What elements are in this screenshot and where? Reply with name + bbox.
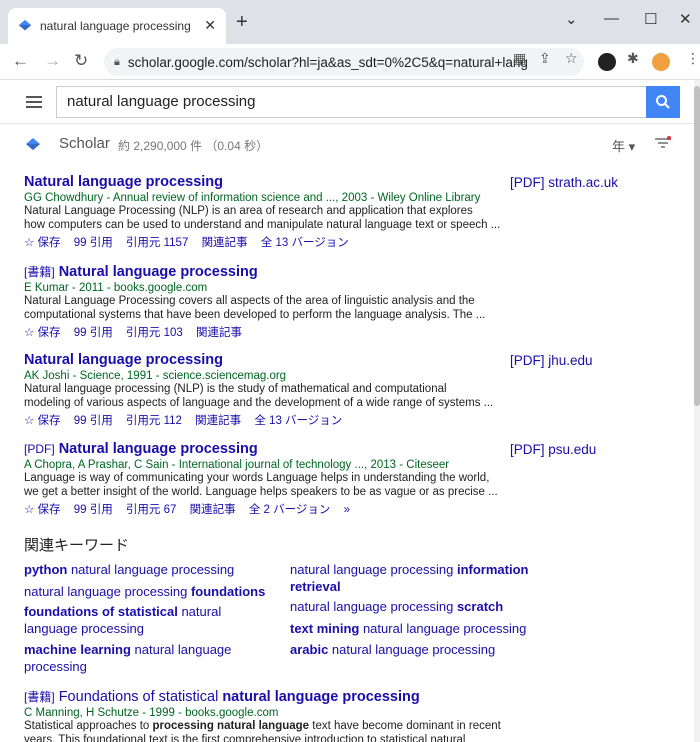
related-keyword[interactable]: text mining natural language processing: [290, 620, 540, 637]
new-tab-icon[interactable]: +: [236, 12, 248, 32]
scholar-search-bar: natural language processing: [0, 80, 696, 124]
sort-options-icon[interactable]: [654, 136, 672, 150]
cite-link[interactable]: 99 引用: [74, 327, 113, 339]
save-link[interactable]: ☆ 保存: [24, 237, 61, 249]
extension-icon[interactable]: [598, 53, 616, 71]
result-title[interactable]: [PDF] Natural language processing: [24, 441, 504, 457]
result-actions: ☆ 保存 99 引用 引用元 112 関連記事 全 13 バージョン: [24, 412, 504, 428]
result-title[interactable]: [書籍] Natural language processing: [24, 263, 504, 280]
pdf-link[interactable]: [PDF] strath.ac.uk: [510, 175, 618, 190]
related-keyword[interactable]: machine learning natural language proces…: [24, 641, 254, 675]
search-result: [書籍] Natural language processing E Kumar…: [24, 263, 504, 340]
tab-search-icon[interactable]: ⌄: [565, 10, 578, 28]
search-result: [書籍] Foundations of statistical natural …: [24, 688, 504, 742]
address-bar[interactable]: 🔒︎ scholar.google.com/scholar?hl=ja&as_s…: [104, 48, 584, 76]
year-filter[interactable]: 年 ▾: [612, 136, 635, 155]
result-title[interactable]: [書籍] Foundations of statistical natural …: [24, 688, 504, 705]
related-keyword[interactable]: foundations of statistical natural langu…: [24, 603, 244, 637]
related-keyword[interactable]: natural language processing scratch: [290, 598, 540, 615]
scholar-favicon-icon: [18, 19, 32, 31]
related-articles-link[interactable]: 関連記事: [196, 327, 242, 339]
related-articles-link[interactable]: 関連記事: [202, 237, 248, 249]
result-snippet: modeling of various aspects of language …: [24, 397, 494, 409]
result-snippet: how computers can be used to understand …: [24, 219, 501, 231]
cite-link[interactable]: 99 引用: [74, 504, 113, 516]
cited-by-link[interactable]: 引用元 67: [126, 504, 177, 516]
save-link[interactable]: ☆ 保存: [24, 415, 61, 427]
bookmark-star-icon[interactable]: ☆: [565, 50, 578, 67]
maximize-icon[interactable]: ☐: [644, 10, 657, 28]
tab-close-icon[interactable]: ✕: [204, 17, 216, 34]
versions-link[interactable]: 全 13 バージョン: [261, 237, 349, 249]
back-icon[interactable]: ←: [12, 51, 29, 71]
related-keywords-heading: 関連キーワード: [24, 537, 130, 554]
translate-icon[interactable]: ▦: [513, 50, 526, 67]
pdf-link[interactable]: [PDF] psu.edu: [510, 442, 596, 457]
result-snippet: Language is way of communicating your wo…: [24, 472, 490, 484]
result-snippet: years. This foundational text is the fir…: [24, 734, 466, 742]
result-count: 約 2,290,000 件 （0.04 秒）: [118, 139, 269, 153]
save-link[interactable]: ☆ 保存: [24, 327, 61, 339]
result-title[interactable]: Natural language processing: [24, 352, 504, 368]
result-actions: ☆ 保存 99 引用 引用元 103 関連記事: [24, 324, 504, 340]
result-meta: A Chopra, A Prashar, C Sain - Internatio…: [24, 459, 450, 471]
minimize-icon[interactable]: —: [604, 10, 619, 27]
url-text: scholar.google.com/scholar?hl=ja&as_sdt=…: [127, 54, 528, 70]
reload-icon[interactable]: ↻: [74, 51, 88, 71]
versions-link[interactable]: 全 13 バージョン: [254, 415, 342, 427]
scholar-subheader: Scholar 約 2,290,000 件 （0.04 秒） 年 ▾: [0, 124, 696, 164]
window-close-icon[interactable]: ✕: [679, 10, 692, 28]
search-result: [PDF] Natural language processing A Chop…: [24, 441, 504, 517]
more-icon[interactable]: »: [344, 504, 350, 516]
lock-icon: 🔒︎: [114, 55, 120, 68]
result-meta: AK Joshi - Science, 1991 - science.scien…: [24, 370, 287, 382]
result-snippet: we get a better insight of the world. La…: [24, 486, 498, 498]
related-keyword[interactable]: natural language processing information …: [290, 561, 540, 595]
cited-by-link[interactable]: 引用元 103: [126, 327, 183, 339]
cited-by-link[interactable]: 引用元 112: [126, 415, 182, 427]
save-link[interactable]: ☆ 保存: [24, 504, 61, 516]
search-input[interactable]: natural language processing: [56, 86, 646, 118]
related-keyword[interactable]: python natural language processing: [24, 561, 284, 578]
result-actions: ☆ 保存 99 引用 引用元 1157 関連記事 全 13 バージョン: [24, 234, 504, 250]
versions-link[interactable]: 全 2 バージョン: [249, 504, 331, 516]
browser-tab-bar: natural language processing - Google Sch…: [0, 0, 700, 44]
result-meta: E Kumar - 2011 - books.google.com: [24, 282, 208, 294]
cited-by-link[interactable]: 引用元 1157: [126, 237, 188, 249]
related-keyword[interactable]: arabic natural language processing: [290, 641, 540, 658]
result-title[interactable]: Natural language processing: [24, 174, 504, 190]
related-articles-link[interactable]: 関連記事: [190, 504, 236, 516]
result-actions: ☆ 保存 99 引用 引用元 67 関連記事 全 2 バージョン »: [24, 501, 504, 517]
related-articles-link[interactable]: 関連記事: [195, 415, 241, 427]
search-button[interactable]: [646, 86, 680, 118]
cite-link[interactable]: 99 引用: [74, 237, 113, 249]
result-snippet: Natural Language Processing (NLP) is an …: [24, 205, 473, 217]
profile-avatar[interactable]: [652, 53, 670, 71]
result-meta: C Manning, H Schutze - 1999 - books.goog…: [24, 707, 279, 719]
result-snippet: Natural Language Processing covers all a…: [24, 295, 475, 307]
forward-icon[interactable]: →: [44, 51, 61, 71]
result-meta: GG Chowdhury - Annual review of informat…: [24, 192, 481, 204]
search-icon: [656, 95, 670, 109]
search-result: Natural language processing GG Chowdhury…: [24, 174, 504, 250]
extensions-puzzle-icon[interactable]: ✱: [627, 50, 639, 67]
scholar-brand[interactable]: Scholar: [59, 135, 110, 152]
search-result: Natural language processing AK Joshi - S…: [24, 352, 504, 428]
pdf-link[interactable]: [PDF] jhu.edu: [510, 353, 593, 368]
hamburger-menu-icon[interactable]: [26, 96, 42, 108]
scrollbar-thumb[interactable]: [694, 86, 700, 406]
result-snippet: computational systems that have been dev…: [24, 309, 486, 321]
share-icon[interactable]: ⇪: [539, 50, 551, 67]
scholar-logo-icon: [26, 138, 40, 150]
related-keyword[interactable]: natural language processing foundations: [24, 583, 284, 600]
result-snippet: Statistical approaches to processing nat…: [24, 720, 501, 732]
browser-tab[interactable]: natural language processing - Google Sch…: [8, 8, 226, 44]
tab-title: natural language processing - Google Sch…: [40, 19, 190, 33]
menu-dots-icon[interactable]: ⋮: [686, 50, 700, 67]
cite-link[interactable]: 99 引用: [74, 415, 113, 427]
browser-toolbar: ← → ↻ 🔒︎ scholar.google.com/scholar?hl=j…: [0, 44, 700, 80]
result-snippet: Natural language processing (NLP) is the…: [24, 383, 447, 395]
scrollbar[interactable]: [694, 80, 700, 742]
